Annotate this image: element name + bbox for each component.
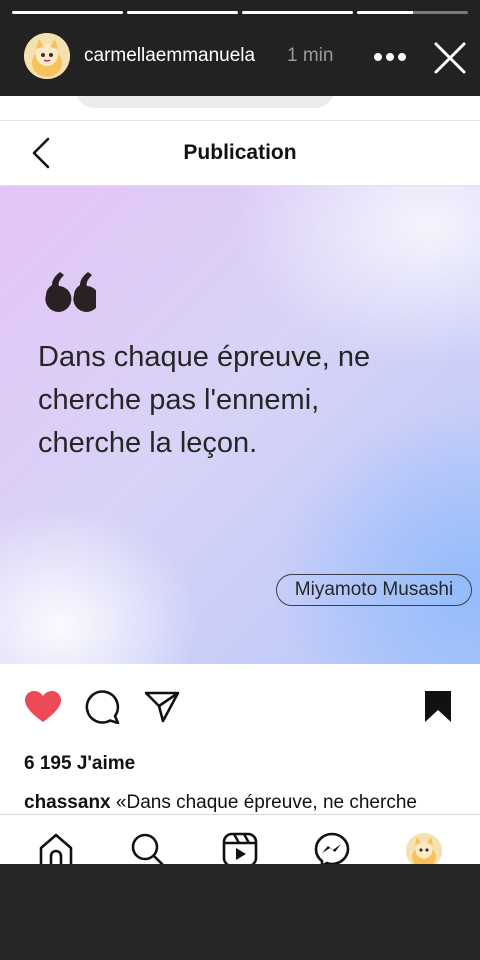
search-icon[interactable] xyxy=(130,832,166,864)
post-caption: chassanx «Dans chaque épreuve, ne cherch… xyxy=(24,792,417,814)
progress-fill xyxy=(12,11,123,14)
caption-username[interactable]: chassanx xyxy=(24,792,111,813)
post-header: Publication xyxy=(0,120,480,186)
quote-text: Dans chaque épreuve, ne cherche pas l'en… xyxy=(38,336,458,465)
post-image[interactable]: Dans chaque épreuve, ne cherche pas l'en… xyxy=(0,186,480,664)
post-screenshot: Publication Dans chaque épreuve, ne cher… xyxy=(0,96,480,864)
close-icon[interactable] xyxy=(432,40,468,76)
post-actions xyxy=(0,664,480,734)
bottom-navigation xyxy=(0,814,480,864)
heart-icon[interactable] xyxy=(24,690,62,729)
previous-element xyxy=(75,96,335,108)
caption-text: «Dans chaque épreuve, ne cherche xyxy=(115,792,417,813)
story-progress-segment xyxy=(12,11,123,14)
story-username[interactable]: carmellaemmanuela xyxy=(84,45,255,67)
more-icon[interactable] xyxy=(372,48,408,66)
comment-icon[interactable] xyxy=(84,690,120,729)
story-progress xyxy=(12,11,468,14)
story-timestamp: 1 min xyxy=(287,45,334,66)
story-progress-segment xyxy=(242,11,353,14)
progress-fill xyxy=(357,11,413,14)
progress-fill xyxy=(127,11,238,14)
author-label: Miyamoto Musashi xyxy=(276,574,472,606)
reels-icon[interactable] xyxy=(222,832,258,864)
quote-mark-icon xyxy=(38,271,100,313)
share-icon[interactable] xyxy=(144,690,180,729)
quote-line: cherche pas l'ennemi, xyxy=(38,384,320,416)
likes-count[interactable]: 6 195 J'aime xyxy=(24,753,135,775)
story-progress-segment xyxy=(127,11,238,14)
quote-line: cherche la leçon. xyxy=(38,427,258,459)
home-icon[interactable] xyxy=(38,832,74,864)
page-title: Publication xyxy=(183,141,297,164)
story-progress-segment xyxy=(357,11,468,14)
progress-fill xyxy=(242,11,353,14)
story-header: carmellaemmanuela 1 min xyxy=(0,0,480,96)
story-avatar[interactable] xyxy=(24,33,70,79)
profile-avatar[interactable] xyxy=(406,833,442,864)
messenger-icon[interactable] xyxy=(314,832,350,864)
story-footer xyxy=(0,864,480,960)
quote-line: Dans chaque épreuve, ne xyxy=(38,341,371,373)
bookmark-icon[interactable] xyxy=(424,690,452,729)
